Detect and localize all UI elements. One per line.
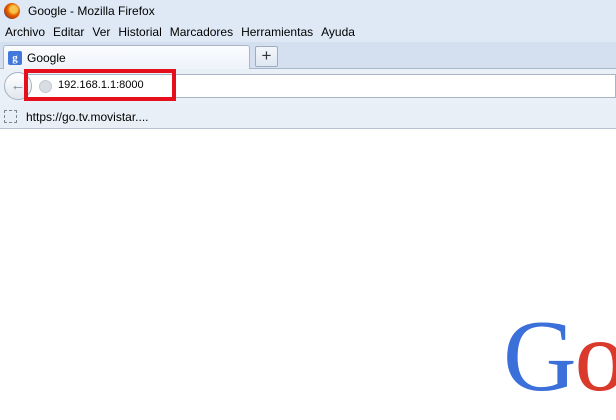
bookmark-page-icon <box>4 110 17 123</box>
bookmarks-toolbar: https://go.tv.movistar.... <box>0 105 616 129</box>
window-title: Google - Mozilla Firefox <box>28 4 155 18</box>
menu-bar: Archivo Editar Ver Historial Marcadores … <box>0 22 616 42</box>
new-tab-button[interactable]: + <box>255 46 278 67</box>
menu-marcadores[interactable]: Marcadores <box>170 25 233 39</box>
firefox-icon <box>4 3 20 19</box>
page-content: Go <box>0 130 616 420</box>
tab-strip: g Google + <box>0 42 616 69</box>
title-bar: Google - Mozilla Firefox <box>0 0 616 22</box>
menu-editar[interactable]: Editar <box>53 25 84 39</box>
menu-historial[interactable]: Historial <box>118 25 161 39</box>
bookmark-movistar[interactable]: https://go.tv.movistar.... <box>26 110 149 124</box>
tab-google[interactable]: g Google <box>3 45 250 69</box>
menu-herramientas[interactable]: Herramientas <box>241 25 313 39</box>
menu-ver[interactable]: Ver <box>92 25 110 39</box>
menu-archivo[interactable]: Archivo <box>5 25 45 39</box>
google-logo: Go <box>503 306 616 408</box>
menu-ayuda[interactable]: Ayuda <box>321 25 355 39</box>
tab-label: Google <box>27 50 66 65</box>
logo-letter-g: G <box>503 300 577 413</box>
logo-letter-o: o <box>574 300 616 413</box>
google-favicon-icon: g <box>8 50 22 65</box>
url-highlight-annotation <box>24 69 176 101</box>
